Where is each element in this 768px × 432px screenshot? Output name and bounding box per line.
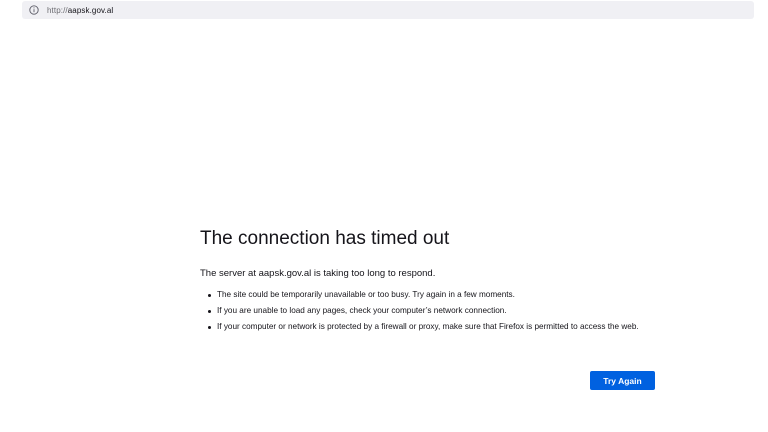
error-page: The connection has timed out The server … (200, 226, 660, 337)
error-description: The server at aapsk.gov.al is taking too… (200, 268, 436, 279)
info-icon[interactable] (27, 3, 41, 17)
url-scheme: http:// (47, 5, 68, 15)
url-text[interactable]: http://aapsk.gov.al (47, 6, 113, 15)
error-title: The connection has timed out (200, 228, 450, 249)
error-reasons-list: The site could be temporarily unavailabl… (200, 289, 660, 333)
reason-item: If you are unable to load any pages, che… (208, 305, 660, 317)
url-host: aapsk.gov.al (67, 5, 114, 15)
url-bar[interactable]: http://aapsk.gov.al (22, 1, 754, 19)
reason-item: If your computer or network is protected… (208, 321, 660, 333)
try-again-button[interactable]: Try Again (590, 371, 655, 390)
reason-item: The site could be temporarily unavailabl… (208, 289, 660, 301)
